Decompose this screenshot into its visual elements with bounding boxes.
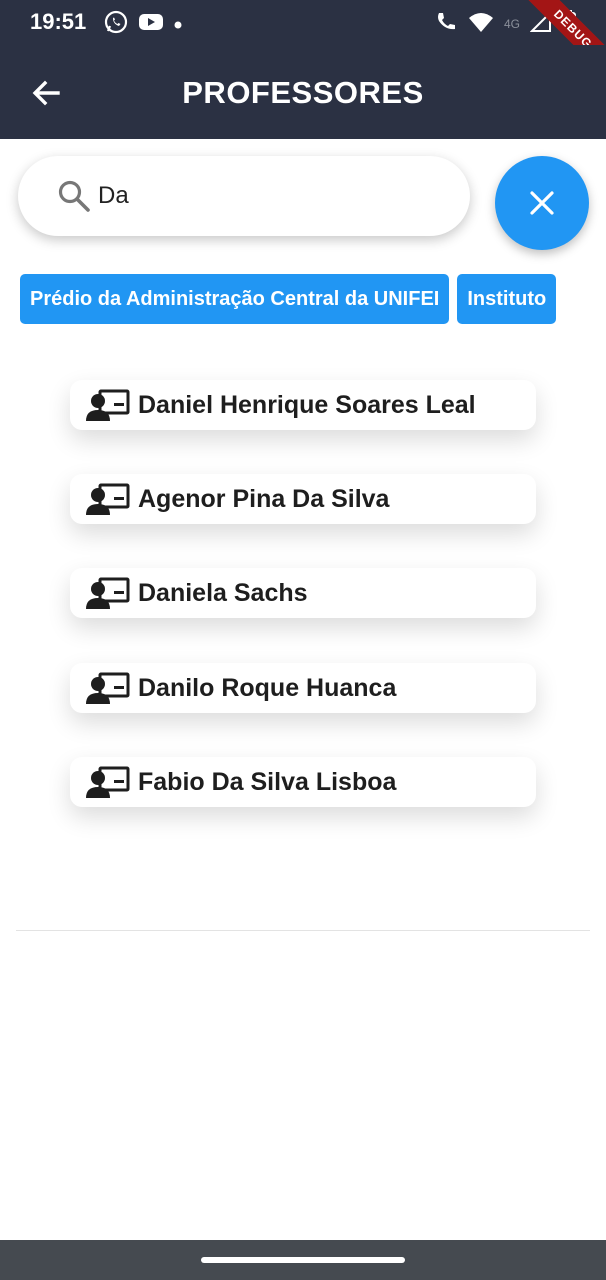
youtube-icon bbox=[138, 12, 164, 37]
teacher-icon bbox=[86, 766, 130, 798]
divider bbox=[16, 930, 590, 931]
status-bar: 19:51 4G DEBUG bbox=[0, 0, 606, 83]
status-time: 19:51 bbox=[30, 9, 87, 34]
wifi-icon bbox=[468, 11, 494, 36]
system-nav-bar bbox=[0, 1240, 606, 1280]
professor-name: Daniela Sachs bbox=[138, 579, 308, 607]
page-title: PROFESSORES bbox=[182, 75, 424, 110]
close-icon bbox=[530, 191, 554, 215]
professor-name: Daniel Henrique Soares Leal bbox=[138, 391, 476, 419]
whatsapp-icon bbox=[104, 10, 128, 39]
list-item[interactable]: Daniel Henrique Soares Leal bbox=[70, 380, 536, 430]
chip-instituto[interactable]: Instituto bbox=[457, 274, 557, 324]
search-input[interactable] bbox=[98, 176, 438, 216]
teacher-icon bbox=[86, 483, 130, 515]
professor-name: Agenor Pina Da Silva bbox=[138, 485, 390, 513]
volte-call-icon bbox=[434, 10, 458, 37]
professor-name: Danilo Roque Huanca bbox=[138, 674, 397, 702]
professor-name: Fabio Da Silva Lisboa bbox=[138, 768, 397, 796]
list-item[interactable]: Fabio Da Silva Lisboa bbox=[70, 757, 536, 807]
teacher-icon bbox=[86, 672, 130, 704]
list-item[interactable]: Agenor Pina Da Silva bbox=[70, 474, 536, 524]
clear-search-button[interactable] bbox=[495, 156, 589, 250]
home-gesture-handle[interactable] bbox=[201, 1257, 405, 1263]
building-filter-chips[interactable]: Prédio da Administração Central da UNIFE… bbox=[20, 274, 589, 326]
teacher-icon bbox=[86, 577, 130, 609]
list-item[interactable]: Danilo Roque Huanca bbox=[70, 663, 536, 713]
network-label: 4G bbox=[503, 16, 520, 31]
dot-icon bbox=[174, 16, 182, 34]
list-item[interactable]: Daniela Sachs bbox=[70, 568, 536, 618]
app-bar: PROFESSORES bbox=[0, 45, 606, 139]
search-bar[interactable] bbox=[18, 156, 470, 236]
search-icon bbox=[56, 178, 92, 214]
teacher-icon bbox=[86, 389, 130, 421]
chip-predio-administracao[interactable]: Prédio da Administração Central da UNIFE… bbox=[20, 274, 450, 324]
status-left-icons bbox=[104, 10, 182, 39]
